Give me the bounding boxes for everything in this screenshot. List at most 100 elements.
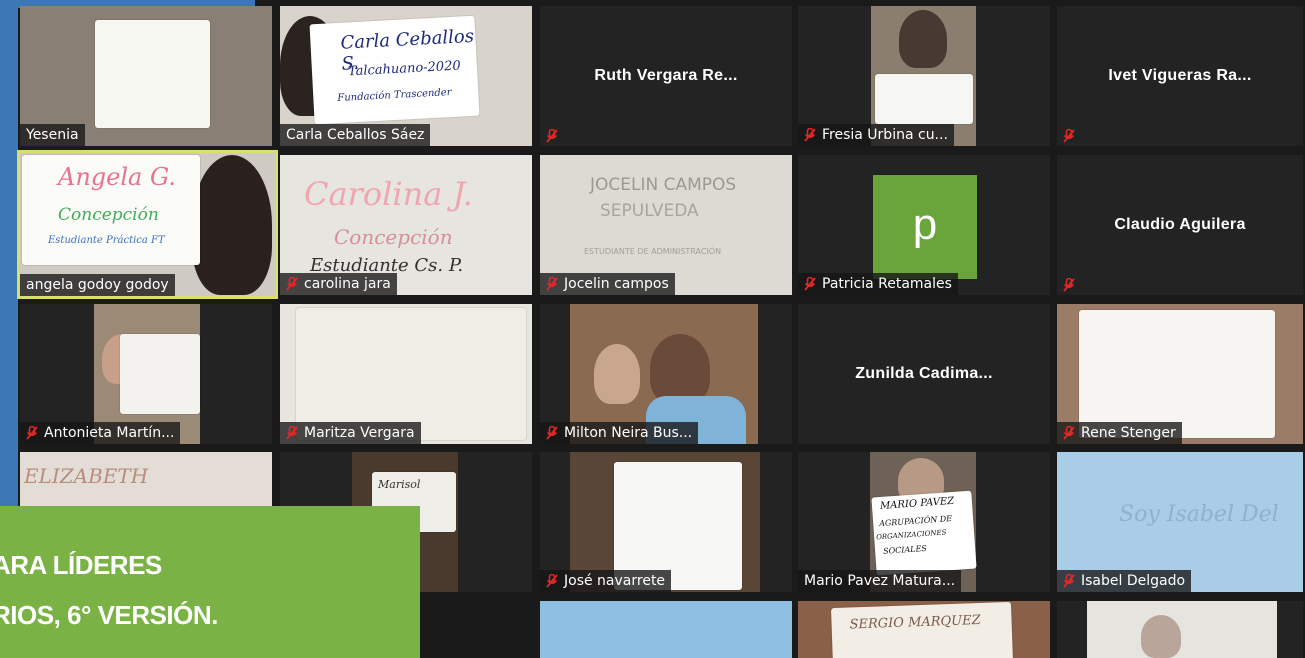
sign-text-line: Fundación Trascender [337, 87, 452, 105]
sign-paper [95, 20, 210, 128]
participant-center-name: Ruth Vergara Re... [594, 67, 738, 84]
name-tag: Maritza Vergara [280, 422, 421, 444]
participant-tile-ruth[interactable]: Ruth Vergara Re... [540, 6, 792, 146]
name-tag: angela godoy godoy [20, 274, 175, 296]
participant-center-name: Zunilda Cadima... [855, 365, 993, 382]
sign-paper: SERGIO MARQUEZ [831, 601, 1013, 658]
sign-text-line: Estudiante Práctica FT [48, 235, 165, 246]
sign-text-line: ESTUDIANTE DE ADMINISTRACIÓN [584, 247, 722, 256]
sign-text-line: Concepción [58, 205, 159, 225]
participant-tile-fresia[interactable]: Fresia Urbina cu... [798, 6, 1050, 146]
person [192, 155, 272, 295]
mic-muted-icon [546, 426, 558, 440]
mic-muted-icon [804, 128, 816, 142]
participant-tile-mario[interactable]: MARIO PAVEZ AGRUPACIÓN DE ORGANIZACIONES… [798, 452, 1050, 592]
person [594, 344, 640, 404]
participant-name: José navarrete [564, 573, 666, 589]
participant-name: carolina jara [304, 276, 391, 292]
sign-paper: Angela G. Concepción Estudiante Práctica… [22, 155, 200, 265]
person [1141, 615, 1181, 658]
participant-name: Rene Stenger [1081, 425, 1176, 441]
participant-tile-carla[interactable]: Carla Ceballos S. Talcahuano-2020 Fundac… [280, 6, 532, 146]
participant-name: Carla Ceballos Sáez [286, 127, 425, 143]
sign-paper [1079, 310, 1275, 438]
participant-tile-ivet[interactable]: Ivet Vigueras Ra... [1057, 6, 1303, 146]
name-tag: Rene Stenger [1057, 422, 1182, 444]
participant-tile-claudio[interactable]: Claudio Aguilera [1057, 155, 1303, 295]
name-tag: Yesenia [20, 124, 85, 146]
sign-text-line: ELIZABETH [24, 464, 149, 488]
name-tag: Mario Pavez Matura... [798, 570, 962, 592]
participant-tile-zunilda[interactable]: Zunilda Cadima... [798, 304, 1050, 444]
participant-name: Isabel Delgado [1081, 573, 1186, 589]
participant-tile-angela[interactable]: Angela G. Concepción Estudiante Práctica… [17, 150, 278, 299]
name-tag: Milton Neira Bus... [540, 422, 699, 444]
participant-tile-isabel[interactable]: Soy Isabel Del Isabel Delgado [1057, 452, 1303, 592]
mic-muted-icon [1063, 128, 1075, 143]
name-tag: Fresia Urbina cu... [798, 124, 954, 146]
sign-paper [875, 74, 973, 124]
sign-text-line: Carolina J. [304, 175, 473, 213]
name-tag: Isabel Delgado [1057, 570, 1192, 592]
video-feed [1087, 601, 1277, 658]
participant-tile-milton[interactable]: Milton Neira Bus... [540, 304, 792, 444]
participant-tile-yesenia[interactable]: Yesenia [20, 6, 272, 146]
banner-line-2: RIOS, 6° VERSIÓN. [0, 600, 218, 630]
participant-name: Mario Pavez Matura... [804, 573, 956, 589]
participant-center-name: Ivet Vigueras Ra... [1108, 67, 1252, 84]
participant-tile-patricia[interactable]: p Patricia Retamales [798, 155, 1050, 295]
participant-tile-carolina[interactable]: Carolina J. Concepción Estudiante Cs. P.… [280, 155, 532, 295]
participant-name: Yesenia [26, 127, 79, 143]
person [899, 10, 947, 68]
avatar: p [873, 175, 977, 279]
mic-muted-icon [546, 277, 558, 291]
video-feed: SERGIO MARQUEZ [798, 601, 1050, 658]
mic-muted-icon [1063, 277, 1075, 292]
mic-muted-icon [804, 277, 816, 291]
overlay-banner: ARA LÍDERES RIOS, 6° VERSIÓN. [0, 506, 420, 658]
mic-muted-icon [546, 574, 558, 588]
sign-paper [296, 308, 526, 440]
mic-muted-icon [26, 426, 38, 440]
participant-name: Patricia Retamales [822, 276, 952, 292]
person [650, 334, 710, 404]
sign-paper: MARIO PAVEZ AGRUPACIÓN DE ORGANIZACIONES… [871, 490, 977, 576]
sign-text-line: MARIO PAVEZ [879, 495, 955, 512]
mic-muted-icon [1063, 426, 1075, 440]
participant-tile-jocelin[interactable]: JOCELIN CAMPOS SEPULVEDA ESTUDIANTE DE A… [540, 155, 792, 295]
name-tag: Antonieta Martín... [20, 422, 181, 444]
banner-line-1: ARA LÍDERES [0, 550, 162, 580]
name-tag: José navarrete [540, 570, 672, 592]
sign-text-line: SERGIO MARQUEZ [849, 612, 981, 633]
participant-tile-row5-a[interactable] [540, 601, 792, 658]
participant-tile-row5-c[interactable] [1057, 601, 1303, 658]
mic-muted-icon [1063, 574, 1075, 588]
name-tag: Jocelin campos [540, 273, 675, 295]
sign-text-line: Marisol [378, 478, 421, 491]
participant-name: Milton Neira Bus... [564, 425, 693, 441]
participant-name: Jocelin campos [564, 276, 669, 292]
sign-text-line: JOCELIN CAMPOS [590, 175, 737, 195]
participant-tile-antonieta[interactable]: Antonieta Martín... [20, 304, 272, 444]
mic-muted-icon [546, 128, 558, 143]
participant-tile-jose[interactable]: José navarrete [540, 452, 792, 592]
name-tag: carolina jara [280, 273, 397, 295]
sign-text-line: Angela G. [58, 163, 176, 191]
sign-paper [120, 334, 200, 414]
participant-tile-maritza[interactable]: Maritza Vergara [280, 304, 532, 444]
sign-text-line: SOCIALES [882, 543, 928, 556]
participant-name: Maritza Vergara [304, 425, 415, 441]
participant-tile-sergio[interactable]: SERGIO MARQUEZ [798, 601, 1050, 658]
sign-text-line: Soy Isabel Del [1119, 502, 1279, 527]
mic-muted-icon [286, 426, 298, 440]
sign-text-line: AGRUPACIÓN DE [878, 514, 953, 529]
participant-center-name: Claudio Aguilera [1114, 216, 1246, 233]
sign-paper: Carla Ceballos S. Talcahuano-2020 Fundac… [309, 15, 480, 125]
sign-text-line: Concepción [334, 225, 453, 249]
video-feed [540, 601, 792, 658]
participant-name: Fresia Urbina cu... [822, 127, 948, 143]
participant-tile-rene[interactable]: Rene Stenger [1057, 304, 1303, 444]
mic-muted-icon [286, 277, 298, 291]
participant-name: angela godoy godoy [26, 277, 169, 293]
name-tag: Patricia Retamales [798, 273, 958, 295]
